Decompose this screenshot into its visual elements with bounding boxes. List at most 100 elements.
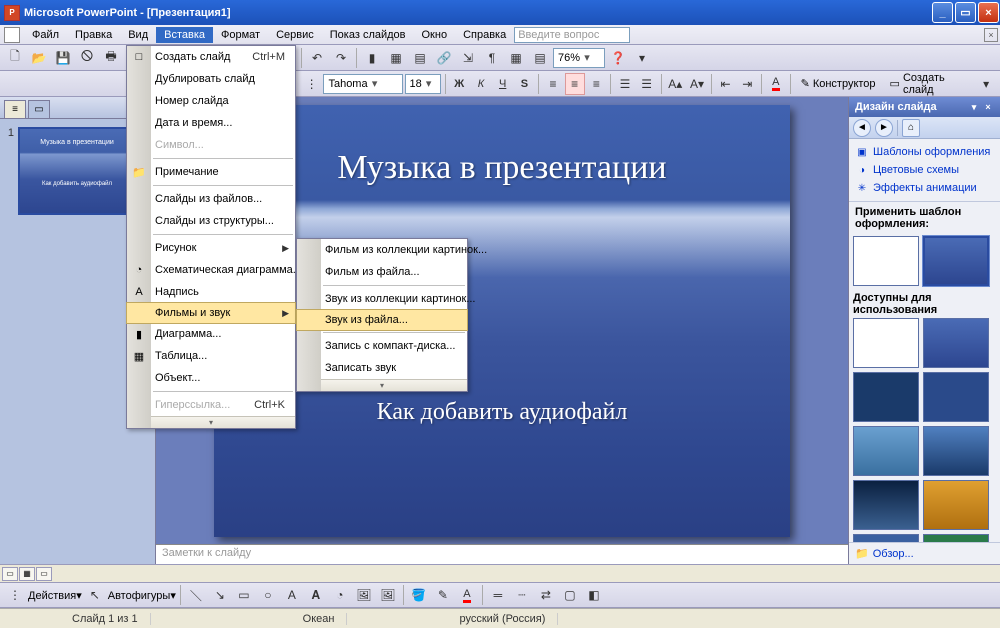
chart-icon[interactable]: ▮ xyxy=(361,47,383,69)
redo-icon[interactable]: ↷ xyxy=(330,47,352,69)
template-thumb[interactable] xyxy=(923,480,989,530)
print-icon[interactable]: 🖶 xyxy=(100,47,122,69)
fill-color-icon[interactable]: 🪣 xyxy=(408,584,430,606)
font-size-combo[interactable]: 18▾ xyxy=(405,74,441,94)
menu-tools[interactable]: Сервис xyxy=(268,27,322,43)
menu-slideshow[interactable]: Показ слайдов xyxy=(322,27,414,43)
close-button[interactable]: × xyxy=(978,2,999,23)
menu-item[interactable]: Дата и время... xyxy=(127,112,295,134)
table-icon[interactable]: ▦ xyxy=(385,47,407,69)
menu-item[interactable]: ▮Диаграмма... xyxy=(127,323,295,345)
menu-format[interactable]: Формат xyxy=(213,27,268,43)
template-thumb[interactable] xyxy=(853,426,919,476)
menu-edit[interactable]: Правка xyxy=(67,27,120,43)
menu-item[interactable]: 📁Примечание xyxy=(127,161,295,183)
picture-icon[interactable]: 🖼 xyxy=(377,584,399,606)
link-color-schemes[interactable]: ◑Цветовые схемы xyxy=(855,161,994,179)
grip-icon[interactable]: ⋮ xyxy=(4,584,26,606)
menu-item[interactable]: AНадпись xyxy=(127,281,295,303)
template-thumb[interactable] xyxy=(853,480,919,530)
notes-input[interactable]: Заметки к слайду xyxy=(156,544,848,564)
menu-item[interactable]: Слайды из структуры... xyxy=(127,210,295,232)
font-color-icon[interactable]: A xyxy=(766,73,786,95)
nav-back-icon[interactable]: ◄ xyxy=(853,119,871,137)
template-thumb[interactable] xyxy=(853,318,919,368)
normal-view-button[interactable]: ▭ xyxy=(2,567,18,581)
menu-item[interactable]: □Создать слайдCtrl+M xyxy=(127,46,295,68)
align-center-icon[interactable]: ≡ xyxy=(565,73,585,95)
menu-item[interactable]: Звук из файла... xyxy=(296,309,468,331)
template-thumb-selected[interactable] xyxy=(923,236,989,286)
task-pane-close-icon[interactable]: × xyxy=(982,101,994,113)
menu-item[interactable]: Фильм из коллекции картинок... xyxy=(297,239,467,261)
outline-tab[interactable]: ≡ xyxy=(4,100,26,118)
help-icon[interactable]: ❓ xyxy=(607,47,629,69)
menu-item[interactable]: Рисунок▶ xyxy=(127,237,295,259)
template-thumb[interactable] xyxy=(923,318,989,368)
arrow-style-icon[interactable]: ⇄ xyxy=(535,584,557,606)
nav-home-icon[interactable]: ⌂ xyxy=(902,119,920,137)
shadow-style-icon[interactable]: ▢ xyxy=(559,584,581,606)
menu-window[interactable]: Окно xyxy=(414,27,456,43)
menu-item[interactable]: Номер слайда xyxy=(127,90,295,112)
diagram-icon[interactable]: ◔ xyxy=(329,584,351,606)
wordart-icon[interactable]: 𝐀 xyxy=(305,584,327,606)
increase-indent-icon[interactable]: ⇥ xyxy=(737,73,757,95)
menu-item[interactable]: Символ... xyxy=(127,134,295,156)
document-close-button[interactable]: × xyxy=(984,28,998,42)
menu-item[interactable]: Фильмы и звук▶ xyxy=(126,302,296,324)
arrow-icon[interactable]: ↘ xyxy=(209,584,231,606)
increase-font-icon[interactable]: A▴ xyxy=(665,73,685,95)
grip-icon[interactable]: ⋮ xyxy=(302,73,322,95)
underline-icon[interactable]: Ч xyxy=(493,73,513,95)
bold-icon[interactable]: Ж xyxy=(449,73,469,95)
clipart-icon[interactable]: 🖼 xyxy=(353,584,375,606)
shadow-icon[interactable]: S xyxy=(515,73,535,95)
line-icon[interactable]: ＼ xyxy=(185,584,207,606)
menu-item[interactable]: Дублировать слайд xyxy=(127,68,295,90)
link-templates[interactable]: ▣Шаблоны оформления xyxy=(855,143,994,161)
dash-style-icon[interactable]: ┈ xyxy=(511,584,533,606)
template-thumb[interactable] xyxy=(853,372,919,422)
menu-item[interactable]: Слайды из файлов... xyxy=(127,188,295,210)
nav-fwd-icon[interactable]: ► xyxy=(875,119,893,137)
rectangle-icon[interactable]: ▭ xyxy=(233,584,255,606)
template-thumb[interactable] xyxy=(923,372,989,422)
textbox-icon[interactable]: A xyxy=(281,584,303,606)
grid-icon[interactable]: ▦ xyxy=(505,47,527,69)
actions-menu[interactable]: Действия▾ xyxy=(28,589,82,602)
menu-item[interactable]: Звук из коллекции картинок... xyxy=(297,288,467,310)
undo-icon[interactable]: ↶ xyxy=(306,47,328,69)
show-formatting-icon[interactable]: ¶ xyxy=(481,47,503,69)
template-thumb[interactable] xyxy=(923,426,989,476)
toolbar2-options-icon[interactable]: ▾ xyxy=(976,73,996,95)
font-color-icon[interactable]: A xyxy=(456,584,478,606)
3d-style-icon[interactable]: ◧ xyxy=(583,584,605,606)
help-search-input[interactable] xyxy=(514,27,630,43)
menu-item[interactable]: ▦Таблица... xyxy=(127,345,295,367)
menu-item[interactable]: Фильм из файла... xyxy=(297,261,467,283)
menu-expand-button[interactable]: ▾ xyxy=(127,416,295,428)
link-animation-effects[interactable]: ✳Эффекты анимации xyxy=(855,179,994,197)
font-combo[interactable]: Tahoma▾ xyxy=(323,74,402,94)
oval-icon[interactable]: ○ xyxy=(257,584,279,606)
color-icon[interactable]: ▤ xyxy=(529,47,551,69)
menu-item[interactable]: Записать звук xyxy=(297,357,467,379)
bullets-icon[interactable]: ☰ xyxy=(637,73,657,95)
hyperlink-icon[interactable]: 🔗 xyxy=(433,47,455,69)
menu-file[interactable]: Файл xyxy=(24,27,67,43)
slideshow-view-button[interactable]: ▭ xyxy=(36,567,52,581)
save-icon[interactable]: 💾 xyxy=(52,47,74,69)
decrease-indent-icon[interactable]: ⇤ xyxy=(716,73,736,95)
menu-item[interactable]: Гиперссылка...Ctrl+K xyxy=(127,394,295,416)
menu-insert[interactable]: Вставка xyxy=(156,27,213,43)
menu-item[interactable]: Запись с компакт-диска... xyxy=(297,335,467,357)
menu-help[interactable]: Справка xyxy=(455,27,514,43)
autoshapes-menu[interactable]: Автофигуры▾ xyxy=(108,589,176,602)
align-right-icon[interactable]: ≡ xyxy=(587,73,607,95)
sorter-view-button[interactable]: ▦ xyxy=(19,567,35,581)
document-icon[interactable] xyxy=(4,27,20,43)
zoom-combo[interactable]: 76%▾ xyxy=(553,48,605,68)
italic-icon[interactable]: К xyxy=(471,73,491,95)
template-thumb[interactable] xyxy=(923,534,989,542)
